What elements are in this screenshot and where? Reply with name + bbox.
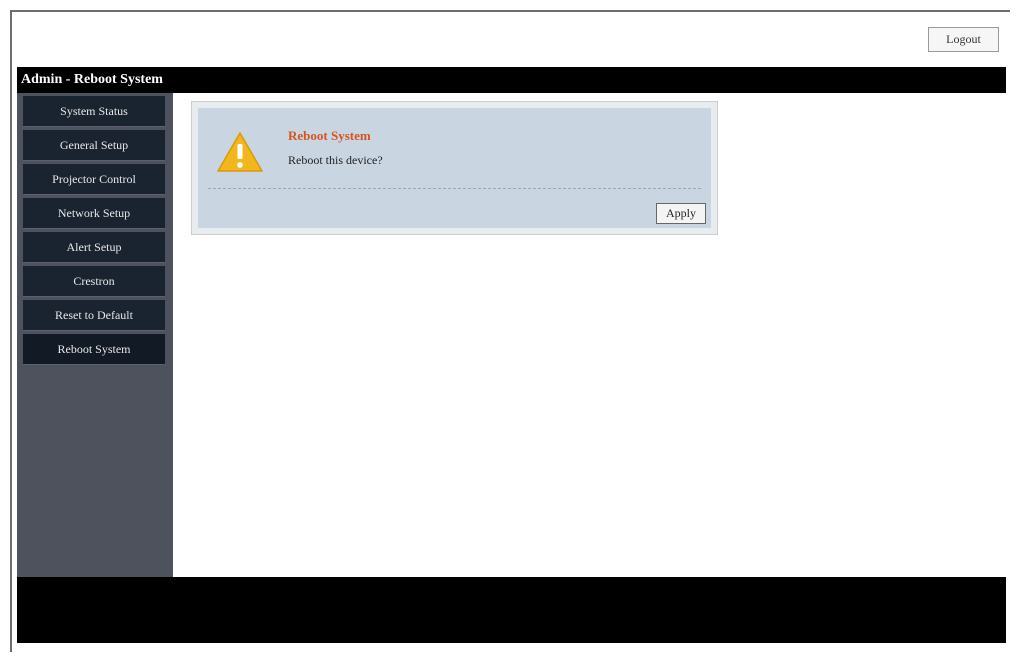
sidebar-item-crestron[interactable]: Crestron [23, 266, 165, 297]
footer-bar [17, 577, 1006, 643]
sidebar-item-general-setup[interactable]: General Setup [23, 130, 165, 161]
sidebar-item-system-status[interactable]: System Status [23, 96, 165, 127]
page-title: Admin - Reboot System [21, 72, 163, 87]
sidebar-item-network-setup[interactable]: Network Setup [23, 198, 165, 229]
page-title-bar: Admin - Reboot System [17, 67, 1006, 93]
dialog-message: Reboot this device? [288, 153, 383, 167]
sidebar-item-reset-to-default[interactable]: Reset to Default [23, 300, 165, 331]
warning-icon [217, 132, 263, 172]
reboot-dialog: Reboot System Reboot this device? Apply [191, 101, 718, 235]
dialog-divider [208, 188, 701, 189]
dialog-title: Reboot System [288, 128, 371, 143]
sidebar-item-projector-control[interactable]: Projector Control [23, 164, 165, 195]
reboot-dialog-body: Reboot System Reboot this device? Apply [198, 108, 711, 228]
apply-button[interactable]: Apply [656, 203, 706, 224]
sidebar-item-reboot-system[interactable]: Reboot System [23, 334, 165, 365]
sidebar: System Status General Setup Projector Co… [17, 93, 173, 577]
sidebar-item-alert-setup[interactable]: Alert Setup [23, 232, 165, 263]
logout-button[interactable]: Logout [928, 27, 999, 52]
